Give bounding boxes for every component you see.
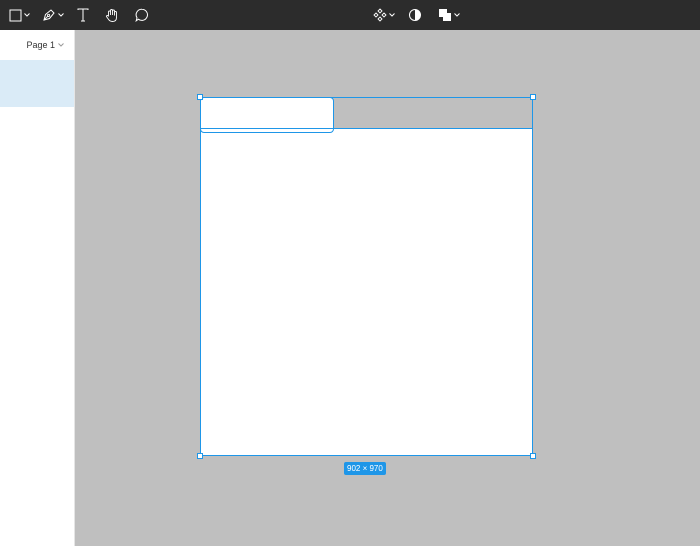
pen-icon: [43, 9, 55, 21]
text-icon: [77, 8, 89, 22]
layer-item-selected[interactable]: [0, 60, 74, 107]
comment-tool[interactable]: [132, 0, 152, 30]
boolean-tool[interactable]: [436, 0, 462, 30]
chevron-down-icon: [454, 13, 460, 17]
resize-handle-top-left[interactable]: [197, 94, 203, 100]
boolean-icon: [439, 9, 451, 21]
top-toolbar: [0, 0, 700, 30]
hand-icon: [105, 8, 117, 22]
text-tool[interactable]: [74, 0, 92, 30]
hand-tool[interactable]: [103, 0, 121, 30]
mask-icon: [409, 9, 421, 21]
page-selector[interactable]: Page 1: [0, 30, 74, 60]
mask-tool[interactable]: [406, 0, 424, 30]
layers-sidebar: Page 1: [0, 30, 75, 546]
page-name: Page 1: [26, 40, 55, 50]
dimensions-badge: 902 × 970: [344, 462, 386, 475]
comment-icon: [135, 8, 148, 22]
resize-handle-bottom-left[interactable]: [197, 453, 203, 459]
chevron-down-icon: [58, 13, 64, 17]
frame[interactable]: [200, 97, 533, 456]
pen-tool[interactable]: [40, 0, 66, 30]
header-divider: [200, 128, 533, 129]
frame-icon: [9, 9, 21, 21]
resize-handle-top-right[interactable]: [530, 94, 536, 100]
resize-handle-bottom-right[interactable]: [530, 453, 536, 459]
chevron-down-icon: [58, 43, 64, 47]
component-icon: [373, 8, 387, 22]
chevron-down-icon: [389, 13, 395, 17]
component-tool[interactable]: [371, 0, 397, 30]
frame-tool[interactable]: [6, 0, 32, 30]
chevron-down-icon: [23, 13, 30, 17]
